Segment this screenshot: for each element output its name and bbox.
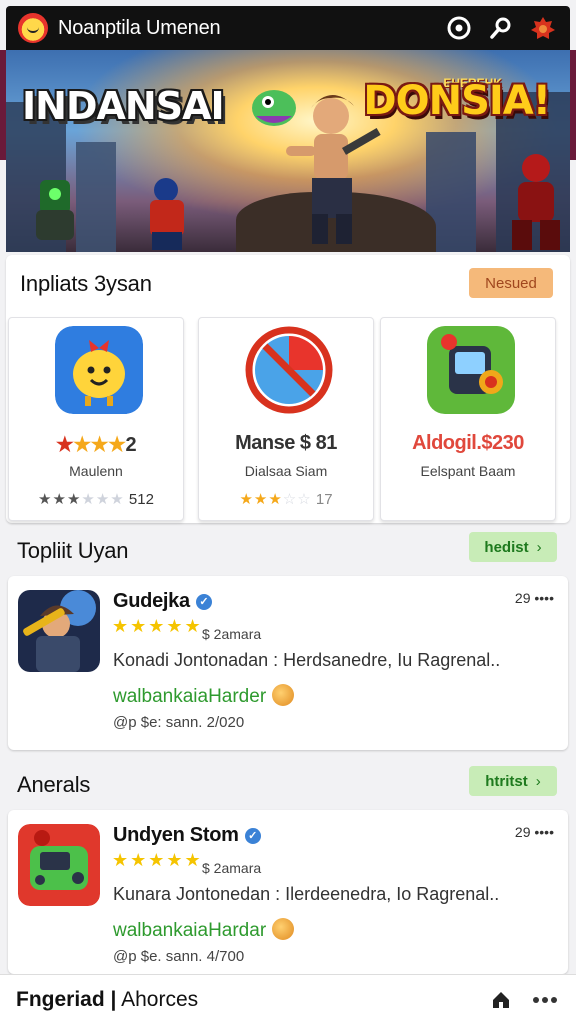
more-options-icon[interactable]: 29 •••• [515,824,554,840]
gamepad-app-icon [427,326,515,414]
target-icon[interactable] [444,13,474,43]
green-monster-icon [252,90,296,126]
app-description: Konadi Jontonadan : Herdsanedre, Iu Ragr… [113,650,501,670]
app-title: Noanptila Umenen [58,16,221,39]
toplist-more-button[interactable]: hedist › [469,532,557,562]
featured-subtitle-1: Maulenn [69,463,123,479]
anerals-more-button[interactable]: htritst › [469,766,557,796]
app-developer[interactable]: walbankaiaHarder [113,684,295,708]
bottom-bar-text: Fngeriad | Ahorces [16,988,472,1012]
app-date: @p $e: sann. 2/020 [113,714,245,731]
emoji-icon [272,684,295,706]
toplist-app-card[interactable]: Gudejka ✓ ★★★★★ $ 2amara Konadi Jontonada… [8,576,568,750]
featured-price-1: ★★★★2 [55,434,137,456]
app-header: Noanptila Umenen [6,6,570,50]
hero-left-logo: INDANSAI [22,84,225,128]
featured-card-2[interactable]: Manse $ 81 Dialsaa Siam ★★★☆☆ 17 [198,317,374,521]
featured-badge[interactable]: Nesued [469,268,553,298]
featured-subtitle-2: Dialsaa Siam [244,463,328,479]
home-icon[interactable] [486,985,516,1015]
chevron-right-icon: › [536,538,542,556]
bottom-separator: | [110,987,117,1011]
settings-badge-icon[interactable] [528,13,558,43]
more-options-icon[interactable]: 29 •••• [515,590,554,606]
right-accent-bar [570,50,576,160]
green-robot-icon [36,180,74,240]
verified-icon: ✓ [195,594,212,610]
app-price: $ 2amara [202,626,262,642]
pie-chart-app-icon [245,326,333,414]
blue-warrior-icon [150,178,184,250]
chevron-right-icon: › [535,772,541,790]
red-armor-icon [512,154,560,250]
featured-section: Inpliats 3ysan Nesued ★★★★2 Maulenn ★★★★… [6,255,570,523]
featured-price-2: Manse $ 81 [235,432,337,454]
anerals-app-card[interactable]: Undyen Stom ✓ ★★★★★ $ 2amara Kunara Jonto… [8,810,568,974]
featured-card-3[interactable]: Aldogil.$230 Eelspant Baam [380,317,556,521]
more-options-icon[interactable] [530,985,560,1015]
hero-banner[interactable]: INDANSAI EHEREHK DONSIA! [6,50,570,252]
featured-title: Inpliats 3ysan [20,271,152,296]
hero-right-logo: DONSIA! [363,78,551,124]
bottom-bar: Fngeriad | Ahorces [0,974,576,1024]
game-hero-app-icon [18,590,100,672]
featured-subtitle-3: Eelspant Baam [420,463,516,479]
app-description: Kunara Jontonedan : Ilerdeenedra, Io Rag… [113,884,500,904]
app-stars: ★★★★★ [112,850,203,870]
app-price: $ 2amara [202,860,262,876]
bottom-tab-secondary[interactable]: Ahorces [121,988,198,1011]
app-logo-icon[interactable] [18,13,48,43]
featured-rating-2: ★★★☆☆ 17 [239,491,333,508]
featured-card-1[interactable]: ★★★★2 Maulenn ★★★★★★ 512 [8,317,184,521]
app-stars: ★★★★★ [112,616,203,636]
app-name: Gudejka ✓ [113,590,212,613]
featured-price-3: Aldogil.$230 [412,432,524,454]
toplist-title: Topliit Uyan [17,538,129,563]
featured-rating-1: ★★★★★★ 512 [38,491,154,508]
app-date: @p $e. sann. 4/700 [113,948,245,965]
emoji-app-icon [55,326,143,414]
anerals-title: Anerals [17,772,91,797]
bottom-tab-primary[interactable]: Fngeriad [16,988,105,1011]
verified-icon: ✓ [244,828,261,844]
app-name: Undyen Stom ✓ [113,824,261,847]
search-icon[interactable] [486,13,516,43]
emoji-icon [272,918,295,940]
app-developer[interactable]: walbankaiaHardar [113,918,295,942]
gamepad-app-icon [18,824,100,906]
